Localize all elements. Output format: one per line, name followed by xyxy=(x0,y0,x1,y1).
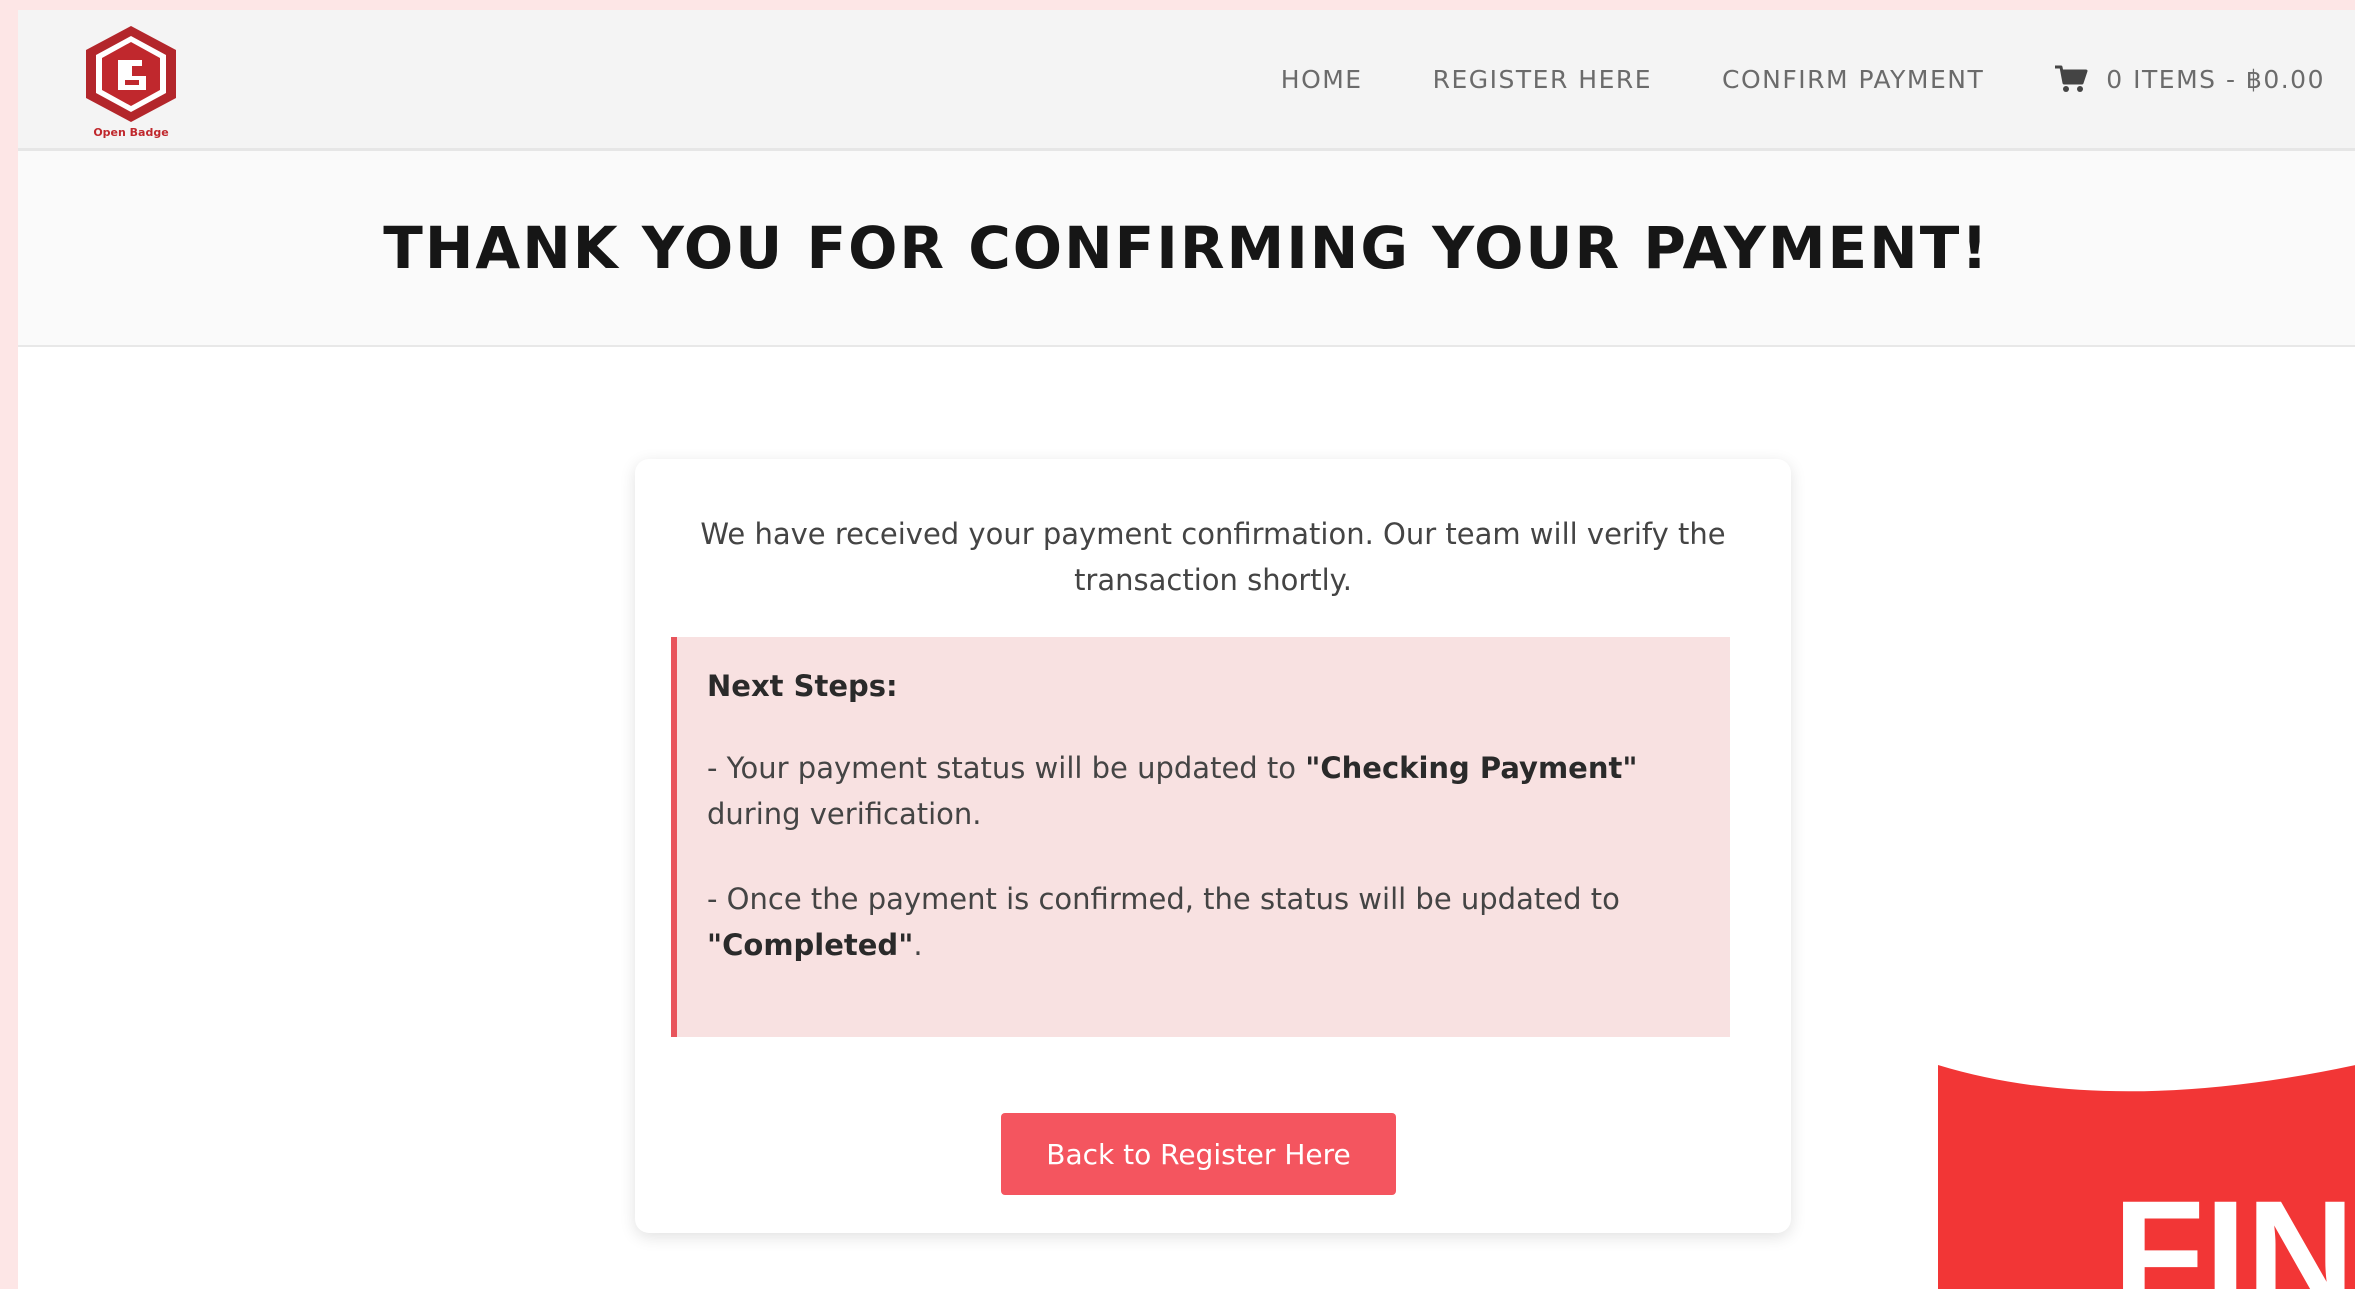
fin-sticker: FIN xyxy=(1938,1065,2355,1289)
main-nav: HOME REGISTER HERE CONFIRM PAYMENT 0 ITE… xyxy=(1281,10,2325,148)
step-text: during verification. xyxy=(707,797,982,831)
step-text: - Once the payment is confirmed, the sta… xyxy=(707,882,1620,916)
page-title: THANK YOU FOR CONFIRMING YOUR PAYMENT! xyxy=(383,214,1990,282)
nav-register-here[interactable]: REGISTER HERE xyxy=(1433,65,1652,94)
next-steps-heading: Next Steps: xyxy=(707,669,898,703)
back-to-register-button[interactable]: Back to Register Here xyxy=(1001,1113,1396,1195)
status-checking-payment: "Checking Payment" xyxy=(1305,751,1638,785)
cart-summary: 0 ITEMS - ฿0.00 xyxy=(2106,64,2325,94)
step-text: - Your payment status will be updated to xyxy=(707,751,1306,785)
status-completed: "Completed" xyxy=(707,928,914,962)
nav-confirm-payment[interactable]: CONFIRM PAYMENT xyxy=(1722,65,1984,94)
step-text: . xyxy=(913,928,923,962)
site-header: Open Badge HOME REGISTER HERE CONFIRM PA… xyxy=(18,10,2355,151)
nav-home[interactable]: HOME xyxy=(1281,65,1363,94)
next-steps-box: Next Steps: - Your payment status will b… xyxy=(671,637,1730,1037)
confirmation-message: We have received your payment confirmati… xyxy=(700,517,1726,597)
site-logo[interactable]: Open Badge xyxy=(76,22,186,144)
logo-text: Open Badge xyxy=(93,126,169,139)
next-step-item: - Once the payment is confirmed, the sta… xyxy=(707,876,1700,968)
sticker-text: FIN xyxy=(2113,1169,2355,1289)
page-frame: Open Badge HOME REGISTER HERE CONFIRM PA… xyxy=(18,10,2355,1289)
next-step-item: - Your payment status will be updated to… xyxy=(707,745,1700,837)
confirmation-card: We have received your payment confirmati… xyxy=(635,459,1791,1233)
nav-cart[interactable]: 0 ITEMS - ฿0.00 xyxy=(2054,64,2325,94)
title-band: THANK YOU FOR CONFIRMING YOUR PAYMENT! xyxy=(18,151,2355,347)
hexagon-logo-icon xyxy=(86,26,176,122)
cart-icon xyxy=(2055,65,2088,92)
